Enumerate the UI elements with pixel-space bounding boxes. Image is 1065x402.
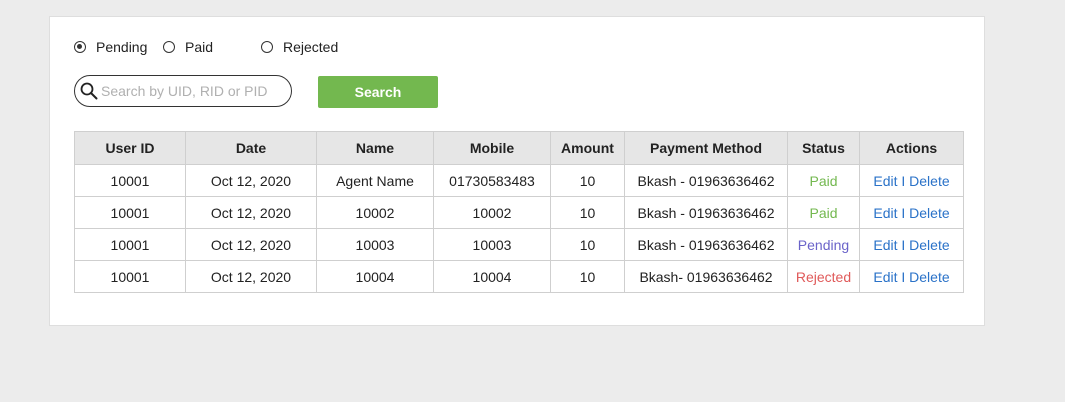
status-badge: Paid <box>787 196 860 229</box>
action-separator: I <box>897 204 910 221</box>
filter-rejected-radio[interactable]: Rejected <box>261 38 338 56</box>
delete-link[interactable]: Delete <box>909 173 949 189</box>
cell-payment-method: Bkash- 01963636462 <box>624 260 788 293</box>
edit-link[interactable]: Edit <box>873 237 897 253</box>
table-row: 10001 Oct 12, 2020 10003 10003 10 Bkash … <box>74 228 964 261</box>
cell-payment-method: Bkash - 01963636462 <box>624 164 788 197</box>
cell-actions: Edit I Delete <box>859 196 964 229</box>
cell-date: Oct 12, 2020 <box>185 228 317 261</box>
table-header-row: User ID Date Name Mobile Amount Payment … <box>74 131 964 165</box>
edit-link[interactable]: Edit <box>873 205 897 221</box>
cell-user-id: 10001 <box>74 228 186 261</box>
filter-pending-label: Pending <box>96 39 148 55</box>
table-row: 10001 Oct 12, 2020 Agent Name 0173058348… <box>74 164 964 197</box>
radio-checked-icon[interactable] <box>74 41 86 53</box>
radio-unchecked-icon[interactable] <box>163 41 175 53</box>
cell-date: Oct 12, 2020 <box>185 164 317 197</box>
status-badge: Pending <box>787 228 860 261</box>
radio-unchecked-icon[interactable] <box>261 41 273 53</box>
column-header-amount: Amount <box>550 131 625 165</box>
search-icon <box>80 82 98 100</box>
cell-name: 10002 <box>316 196 434 229</box>
cell-amount: 10 <box>550 196 625 229</box>
column-header-mobile: Mobile <box>433 131 551 165</box>
search-input[interactable] <box>101 83 286 99</box>
cell-user-id: 10001 <box>74 196 186 229</box>
column-header-actions: Actions <box>859 131 964 165</box>
cell-amount: 10 <box>550 260 625 293</box>
cell-date: Oct 12, 2020 <box>185 260 317 293</box>
edit-link[interactable]: Edit <box>873 269 897 285</box>
delete-link[interactable]: Delete <box>909 237 949 253</box>
cell-user-id: 10001 <box>74 260 186 293</box>
cell-mobile: 10004 <box>433 260 551 293</box>
status-badge: Rejected <box>787 260 860 293</box>
cell-actions: Edit I Delete <box>859 164 964 197</box>
action-separator: I <box>897 172 910 189</box>
cell-actions: Edit I Delete <box>859 228 964 261</box>
cell-name: 10004 <box>316 260 434 293</box>
column-header-name: Name <box>316 131 434 165</box>
column-header-date: Date <box>185 131 317 165</box>
filter-rejected-label: Rejected <box>283 39 339 55</box>
edit-link[interactable]: Edit <box>873 173 897 189</box>
cell-name: Agent Name <box>316 164 434 197</box>
cell-payment-method: Bkash - 01963636462 <box>624 228 788 261</box>
cell-amount: 10 <box>550 228 625 261</box>
payments-table: User ID Date Name Mobile Amount Payment … <box>74 131 964 293</box>
search-field[interactable] <box>74 75 292 107</box>
delete-link[interactable]: Delete <box>909 269 949 285</box>
cell-user-id: 10001 <box>74 164 186 197</box>
column-header-payment-method: Payment Method <box>624 131 788 165</box>
search-button[interactable]: Search <box>318 76 438 108</box>
payments-panel: Pending Paid Rejected Search by UID, RID… <box>49 16 985 326</box>
table-row: 10001 Oct 12, 2020 10004 10004 10 Bkash-… <box>74 260 964 293</box>
filter-paid-radio[interactable]: Paid <box>163 38 213 56</box>
cell-mobile: 10003 <box>433 228 551 261</box>
cell-actions: Edit I Delete <box>859 260 964 293</box>
column-header-status: Status <box>787 131 860 165</box>
status-badge: Paid <box>787 164 860 197</box>
table-row: 10001 Oct 12, 2020 10002 10002 10 Bkash … <box>74 196 964 229</box>
cell-amount: 10 <box>550 164 625 197</box>
cell-mobile: 01730583483 <box>433 164 551 197</box>
action-separator: I <box>897 268 910 285</box>
cell-payment-method: Bkash - 01963636462 <box>624 196 788 229</box>
delete-link[interactable]: Delete <box>909 205 949 221</box>
cell-date: Oct 12, 2020 <box>185 196 317 229</box>
filter-paid-label: Paid <box>185 39 214 55</box>
action-separator: I <box>897 236 910 253</box>
cell-name: 10003 <box>316 228 434 261</box>
column-header-user-id: User ID <box>74 131 186 165</box>
cell-mobile: 10002 <box>433 196 551 229</box>
filter-pending-radio[interactable]: Pending <box>74 38 147 56</box>
